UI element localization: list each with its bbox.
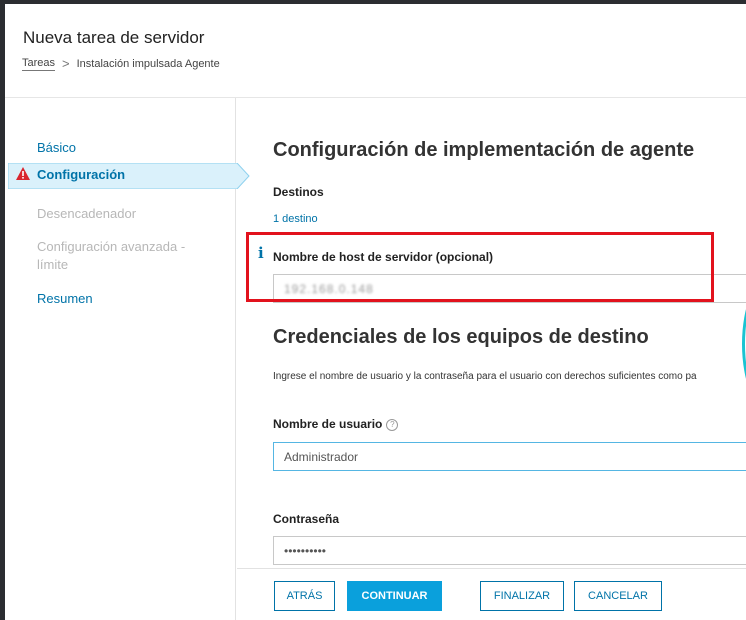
password-input[interactable]: •••••••••• bbox=[273, 536, 746, 565]
section-heading-credenciales: Credenciales de los equipos de destino bbox=[273, 326, 649, 348]
breadcrumb-tareas-link[interactable]: Tareas bbox=[22, 57, 56, 71]
breadcrumb: Tareas > Instalación impulsada Agente bbox=[22, 56, 220, 71]
wizard-footer: ATRÁS CONTINUAR FINALIZAR CANCELAR bbox=[237, 568, 746, 620]
warning-triangle-icon bbox=[16, 167, 30, 180]
highlight-annotation-box bbox=[246, 232, 714, 302]
username-label: Nombre de usuario? bbox=[273, 417, 399, 431]
breadcrumb-current: Instalación impulsada Agente bbox=[76, 57, 220, 70]
help-icon[interactable]: ? bbox=[386, 419, 399, 431]
cancel-button[interactable]: CANCELAR bbox=[574, 581, 662, 611]
sidebar-item-basico[interactable]: Básico bbox=[37, 140, 76, 155]
sidebar-item-resumen[interactable]: Resumen bbox=[37, 291, 93, 306]
targets-link[interactable]: 1 destino bbox=[273, 213, 318, 225]
finish-button[interactable]: FINALIZAR bbox=[480, 581, 564, 611]
username-value: Administrador bbox=[284, 450, 359, 464]
targets-label: Destinos bbox=[273, 185, 324, 199]
credentials-description: Ingrese el nombre de usuario y la contra… bbox=[273, 371, 697, 382]
continue-button[interactable]: CONTINUAR bbox=[347, 581, 442, 611]
page-header: Nueva tarea de servidor Tareas > Instala… bbox=[5, 4, 746, 98]
username-label-text: Nombre de usuario bbox=[273, 417, 383, 431]
sidebar-item-configuracion-avanzada: Configuración avanzada - bbox=[37, 239, 186, 254]
password-value: •••••••••• bbox=[284, 544, 327, 558]
task-wizard-window: Nueva tarea de servidor Tareas > Instala… bbox=[5, 4, 746, 620]
sidebar-item-limite: límite bbox=[37, 257, 69, 272]
sidebar-item-configuracion[interactable]: Configuración bbox=[8, 163, 250, 189]
breadcrumb-chevron-icon: > bbox=[62, 56, 70, 71]
username-input[interactable]: Administrador bbox=[273, 442, 746, 471]
page-title: Nueva tarea de servidor bbox=[23, 28, 205, 47]
sidebar-item-desencadenador: Desencadenador bbox=[37, 206, 137, 221]
section-heading-configuracion: Configuración de implementación de agent… bbox=[273, 139, 695, 161]
main-form: Configuración de implementación de agent… bbox=[237, 98, 746, 568]
sidebar-item-label: Configuración bbox=[37, 167, 126, 182]
password-label: Contraseña bbox=[273, 512, 340, 526]
wizard-steps-sidebar: Básico Configuración Desencadenador Conf… bbox=[5, 98, 250, 620]
back-button[interactable]: ATRÁS bbox=[274, 581, 335, 611]
